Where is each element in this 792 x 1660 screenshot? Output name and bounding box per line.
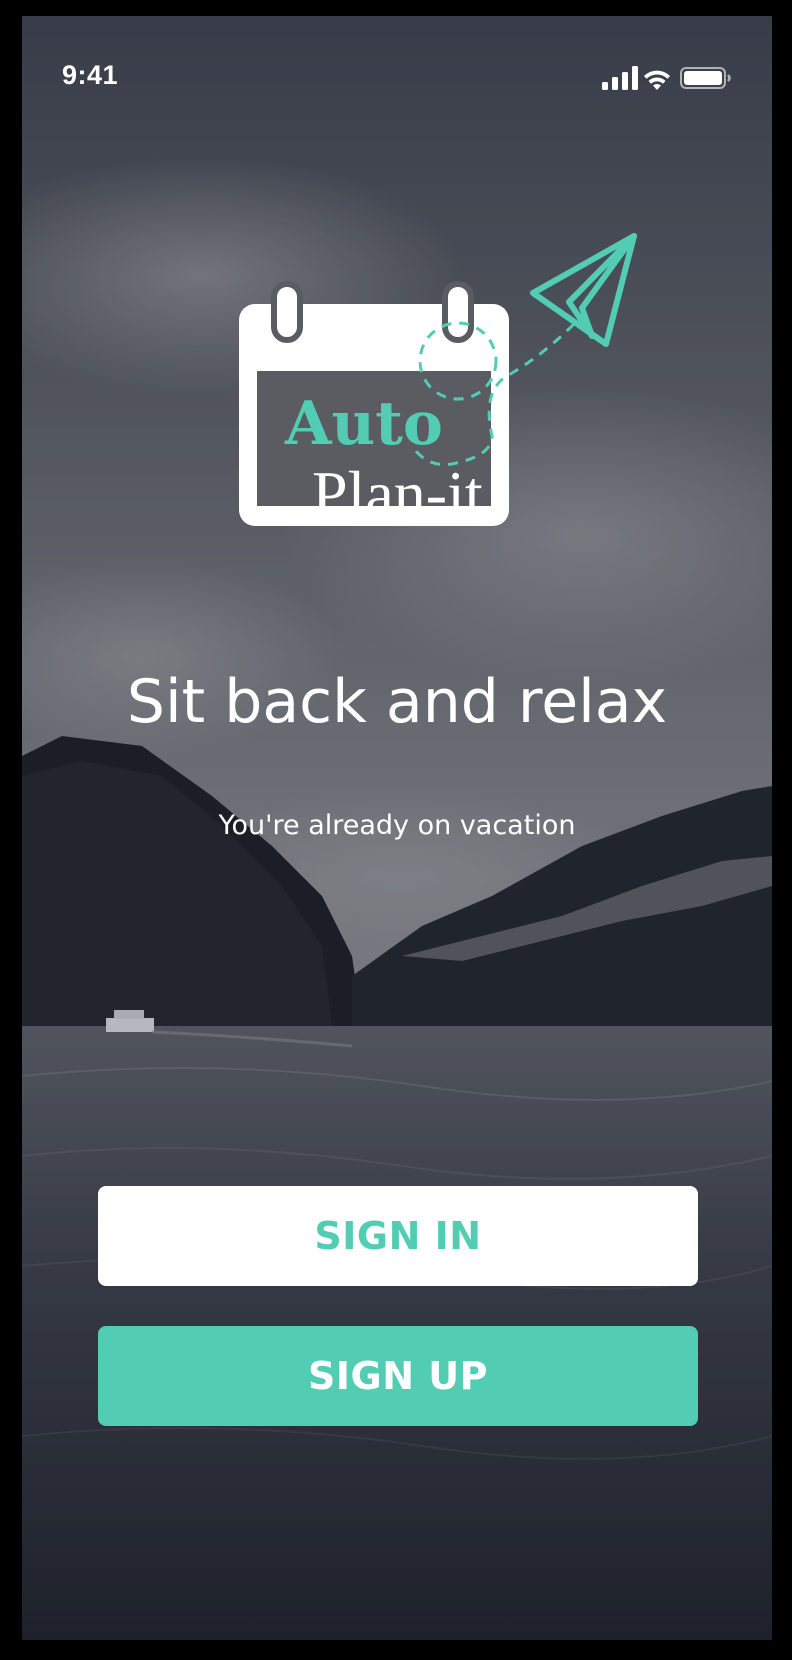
logo-text-auto: Auto (285, 389, 443, 459)
sign-in-button-label: SIGN IN (314, 1214, 482, 1258)
app-screen: 9:41 Auto Plan-it Sit back and relax You… (22, 16, 772, 1640)
sign-up-button-label: SIGN UP (308, 1354, 488, 1398)
sign-in-button[interactable]: SIGN IN (98, 1186, 698, 1286)
status-time: 9:41 (62, 60, 119, 90)
status-icons (602, 66, 731, 90)
battery-icon (680, 67, 731, 89)
logo-text-planit: Plan-it (312, 458, 483, 529)
status-bar: 9:41 (22, 16, 772, 106)
headline: Sit back and relax (126, 667, 668, 737)
sign-up-button[interactable]: SIGN UP (98, 1326, 698, 1426)
cellular-signal-icon (602, 66, 638, 90)
wifi-icon (644, 70, 670, 90)
subheadline: You're already on vacation (218, 810, 576, 841)
